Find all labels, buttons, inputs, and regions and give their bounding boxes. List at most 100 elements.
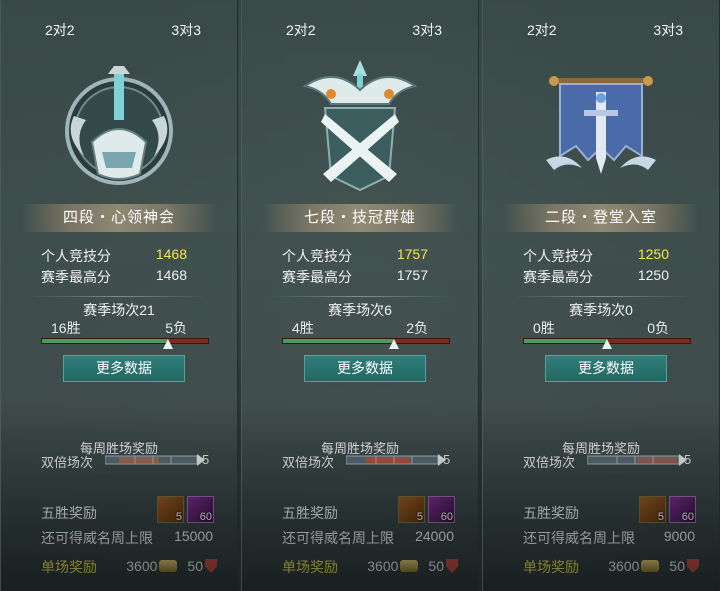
prestige-cap-value: 9000 — [663, 528, 695, 544]
chest-item-icon[interactable]: 5 — [639, 496, 666, 523]
five-win-label: 五胜奖励 — [41, 505, 97, 521]
five-win-label: 五胜奖励 — [282, 505, 338, 521]
bar-marker-icon — [389, 339, 400, 349]
shield-icon — [687, 559, 699, 573]
single-reward-label: 单场奖励 — [282, 559, 338, 575]
five-win-label: 五胜奖励 — [523, 505, 579, 521]
losses-count: 2负 — [406, 320, 428, 336]
tab-3v3[interactable]: 3对3 — [171, 20, 201, 40]
shield-icon — [446, 559, 458, 573]
personal-score-value: 1757 — [396, 246, 428, 262]
double-progress-bar — [105, 454, 205, 466]
losses-count: 0负 — [647, 320, 669, 336]
reward-items: 5 60 — [157, 496, 215, 524]
purple-token-item-icon[interactable]: 60 — [187, 496, 214, 523]
sword-helmet-emblem-icon — [65, 66, 173, 185]
personal-score-value: 1468 — [155, 246, 187, 262]
reward-items: 5 60 — [398, 496, 456, 524]
shield-reward-value: 50 — [669, 558, 685, 574]
rank-panel-3: 2对2 3对3 二段・登堂入室 个人竞技分 1250 赛季最高分 1250 赛季… — [482, 0, 720, 591]
season-high-label: 赛季最高分 — [41, 269, 111, 285]
personal-score-label: 个人竞技分 — [523, 248, 593, 264]
shield-icon — [205, 559, 217, 573]
prestige-cap-row: 还可得威名周上限 24000 — [282, 528, 454, 548]
tab-3v3[interactable]: 3对3 — [653, 20, 683, 40]
crossed-swords-emblem-icon — [302, 60, 418, 192]
season-high-label: 赛季最高分 — [523, 269, 593, 285]
purple-token-item-icon[interactable]: 60 — [669, 496, 696, 523]
rank-title: 七段・技冠群雄 — [262, 204, 458, 232]
chest-item-icon[interactable]: 5 — [398, 496, 425, 523]
prestige-cap-row: 还可得威名周上限 9000 — [523, 528, 695, 548]
bar-marker-icon — [163, 339, 174, 349]
season-matches: 赛季场次21 — [83, 302, 155, 318]
coin-icon — [400, 560, 419, 572]
coin-reward-value: 3600 — [126, 558, 158, 574]
single-reward-label: 单场奖励 — [41, 559, 97, 575]
losses-count: 5负 — [165, 320, 187, 336]
win-fill — [283, 339, 395, 343]
double-count: 5 — [443, 452, 451, 467]
coin-reward-value: 3600 — [608, 558, 640, 574]
double-count: 5 — [202, 452, 210, 467]
rank-title: 二段・登堂入室 — [503, 204, 699, 232]
divider — [31, 296, 207, 297]
single-reward-label: 单场奖励 — [523, 559, 579, 575]
prestige-cap-value: 24000 — [415, 528, 454, 544]
tab-2v2[interactable]: 2对2 — [45, 20, 75, 40]
personal-score-row: 个人竞技分 1757 — [282, 246, 428, 264]
double-label: 双倍场次 — [523, 455, 576, 470]
chest-item-icon[interactable]: 5 — [157, 496, 184, 523]
win-fill — [42, 339, 169, 343]
coin-icon — [159, 560, 178, 572]
season-high-row: 赛季最高分 1250 — [523, 267, 669, 285]
win-fill — [524, 339, 607, 343]
reward-items: 5 60 — [639, 496, 697, 524]
rank-panel-2: 2对2 3对3 七段・技冠群雄 个人竞技分 1757 赛季最高分 1757 赛季… — [241, 0, 479, 591]
win-loss-bar — [41, 338, 209, 349]
tab-3v3[interactable]: 3对3 — [412, 20, 442, 40]
mode-tabs: 2对2 3对3 — [1, 20, 237, 40]
season-matches: 赛季场次0 — [569, 302, 633, 318]
coin-icon — [641, 560, 660, 572]
mode-tabs: 2对2 3对3 — [242, 20, 478, 40]
win-loss-row: 0胜 0负 — [533, 318, 669, 336]
season-matches: 赛季场次6 — [328, 302, 392, 318]
mode-tabs: 2对2 3对3 — [483, 20, 719, 40]
season-high-row: 赛季最高分 1468 — [41, 267, 187, 285]
single-reward-values: 3600 50 — [126, 556, 217, 576]
single-reward-values: 3600 50 — [367, 556, 458, 576]
more-data-button[interactable]: 更多数据 — [545, 355, 667, 382]
more-data-button[interactable]: 更多数据 — [304, 355, 426, 382]
prestige-cap-label: 还可得威名周上限 — [41, 530, 153, 546]
season-high-value: 1250 — [637, 267, 669, 283]
divider — [272, 296, 448, 297]
double-progress-bar — [587, 454, 687, 466]
coin-reward-value: 3600 — [367, 558, 399, 574]
bar-marker-icon — [602, 339, 612, 349]
purple-token-item-icon[interactable]: 60 — [428, 496, 455, 523]
double-count: 5 — [684, 452, 692, 467]
single-reward-values: 3600 50 — [608, 556, 699, 576]
season-high-value: 1468 — [155, 267, 187, 283]
personal-score-row: 个人竞技分 1468 — [41, 246, 187, 264]
prestige-cap-label: 还可得威名周上限 — [523, 530, 635, 546]
personal-score-label: 个人竞技分 — [282, 248, 352, 264]
tab-2v2[interactable]: 2对2 — [286, 20, 316, 40]
wins-count: 4胜 — [292, 320, 314, 336]
double-label: 双倍场次 — [41, 455, 94, 470]
prestige-cap-row: 还可得威名周上限 15000 — [41, 528, 213, 548]
tab-2v2[interactable]: 2对2 — [527, 20, 557, 40]
season-high-value: 1757 — [396, 267, 428, 283]
win-loss-row: 16胜 5负 — [51, 318, 187, 336]
personal-score-row: 个人竞技分 1250 — [523, 246, 669, 264]
win-loss-bar — [523, 338, 691, 349]
more-data-button[interactable]: 更多数据 — [63, 355, 185, 382]
divider — [513, 296, 689, 297]
banner-sword-emblem-icon — [546, 76, 656, 174]
double-label: 双倍场次 — [282, 455, 335, 470]
wins-count: 16胜 — [51, 320, 81, 336]
shield-reward-value: 50 — [428, 558, 444, 574]
shield-reward-value: 50 — [187, 558, 203, 574]
win-loss-bar — [282, 338, 450, 349]
